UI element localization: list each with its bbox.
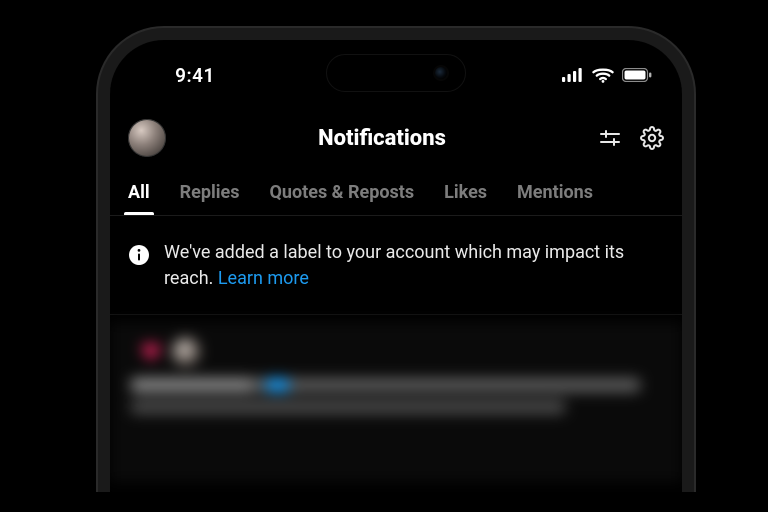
tab-replies[interactable]: Replies: [180, 182, 240, 215]
account-label-notice: We've added a label to your account whic…: [110, 230, 682, 315]
screen: 9:41 No: [110, 40, 682, 512]
heart-icon: [140, 341, 162, 363]
app-header: Notifications: [110, 114, 682, 162]
tab-likes[interactable]: Likes: [444, 182, 487, 215]
blurred-notification-item: [110, 322, 682, 482]
page-title: Notifications: [166, 126, 598, 151]
notice-text: We've added a label to your account whic…: [164, 240, 664, 292]
status-time: 9:41: [140, 64, 250, 87]
avatar[interactable]: [128, 119, 166, 157]
dynamic-island: [326, 54, 466, 92]
tabs: All Replies Quotes & Reposts Likes Menti…: [110, 176, 682, 216]
tab-mentions[interactable]: Mentions: [517, 182, 593, 215]
info-icon: [128, 244, 150, 292]
wifi-icon: [592, 67, 614, 83]
battery-icon: [622, 68, 652, 82]
filter-icon[interactable]: [598, 126, 622, 150]
tab-quotes-reposts[interactable]: Quotes & Reposts: [270, 182, 415, 215]
status-indicators: [562, 67, 652, 83]
phone-frame: 9:41 No: [98, 28, 694, 512]
cellular-icon: [562, 68, 584, 82]
learn-more-link[interactable]: Learn more: [218, 268, 309, 289]
front-camera-icon: [435, 67, 447, 79]
bottom-crop: [0, 492, 768, 512]
small-avatar: [172, 338, 200, 366]
gear-icon[interactable]: [640, 126, 664, 150]
stage: 9:41 No: [0, 0, 768, 512]
tab-all[interactable]: All: [128, 182, 150, 215]
